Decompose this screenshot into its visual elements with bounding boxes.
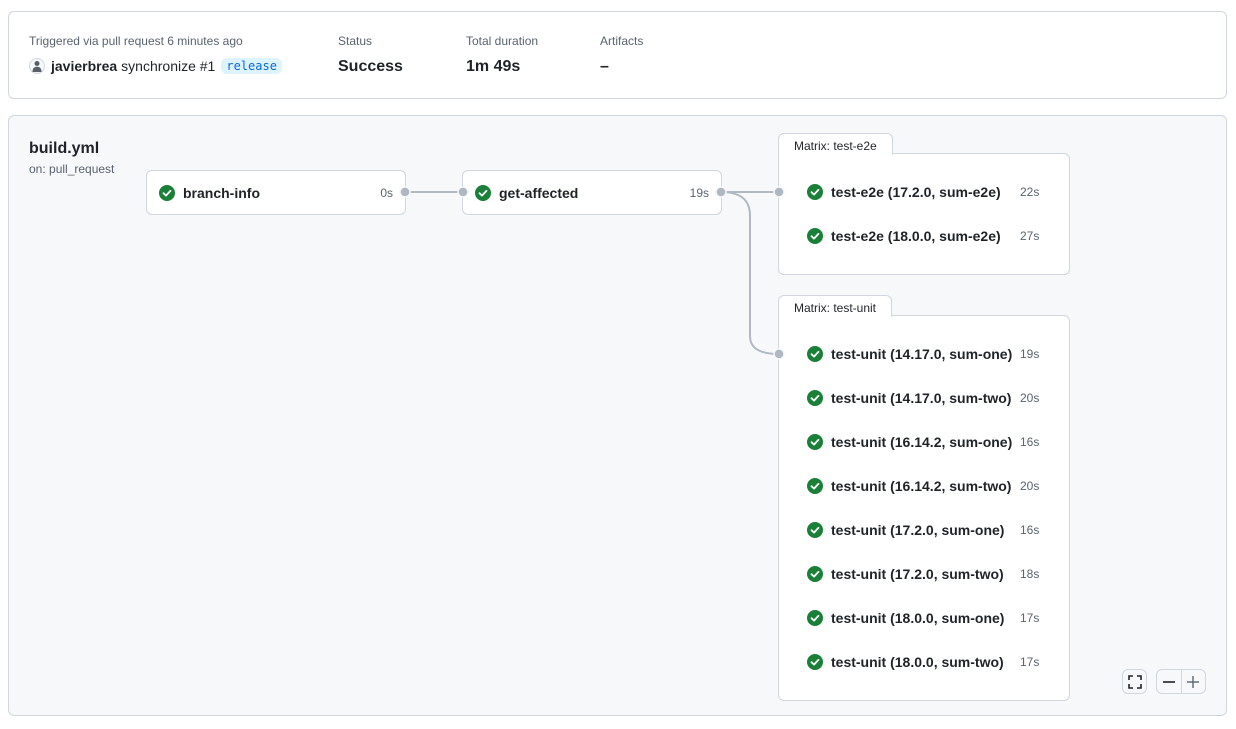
check-circle-icon: [807, 478, 823, 494]
job-name: test-unit (18.0.0, sum-two): [831, 654, 1004, 670]
check-circle-icon: [807, 390, 823, 406]
check-circle-icon: [475, 184, 491, 201]
job-duration: 0s: [380, 185, 393, 200]
matrix-job[interactable]: test-e2e (17.2.0, sum-e2e) 22s: [807, 182, 1039, 202]
matrix-e2e-label[interactable]: Matrix: test-e2e: [778, 133, 893, 155]
job-duration: 18s: [1020, 567, 1040, 581]
job-name: test-e2e (18.0.0, sum-e2e): [831, 228, 1001, 244]
job-duration: 22s: [1020, 185, 1040, 199]
workflow-trigger: on: pull_request: [29, 162, 115, 176]
zoom-out-icon: [1162, 680, 1175, 683]
job-duration: 16s: [1020, 523, 1040, 537]
matrix-job[interactable]: test-unit (18.0.0, sum-one) 17s: [807, 608, 1039, 628]
trigger-details: javierbrea synchronize #1 release: [29, 58, 282, 74]
job-duration: 19s: [1020, 347, 1040, 361]
artifacts-label: Artifacts: [600, 34, 644, 48]
job-name: branch-info: [183, 184, 260, 201]
check-circle-icon: [807, 610, 823, 626]
job-duration: 17s: [1020, 655, 1040, 669]
duration-label: Total duration: [466, 34, 539, 48]
person-icon: [32, 61, 42, 72]
job-name: test-unit (16.14.2, sum-two): [831, 478, 1012, 494]
job-duration: 27s: [1020, 229, 1040, 243]
job-duration: 20s: [1020, 479, 1040, 493]
job-name: test-unit (14.17.0, sum-two): [831, 390, 1012, 406]
check-circle-icon: [807, 522, 823, 538]
trigger-label: Triggered via pull request 6 minutes ago: [29, 34, 243, 48]
matrix-job[interactable]: test-unit (14.17.0, sum-two) 20s: [807, 388, 1039, 408]
check-circle-icon: [159, 184, 175, 201]
trigger-event[interactable]: synchronize #1: [121, 58, 215, 74]
fullscreen-button[interactable]: [1122, 669, 1147, 694]
job-name: test-unit (17.2.0, sum-one): [831, 522, 1005, 538]
check-circle-icon: [807, 654, 823, 670]
matrix-unit: test-unit (14.17.0, sum-one) 19s test-un…: [778, 315, 1070, 701]
matrix-job[interactable]: test-unit (14.17.0, sum-one) 19s: [807, 344, 1039, 364]
job-duration: 17s: [1020, 611, 1040, 625]
run-summary: Triggered via pull request 6 minutes ago…: [8, 11, 1227, 99]
check-circle-icon: [807, 346, 823, 362]
workflow-graph[interactable]: build.yml on: pull_request branch-info 0…: [8, 115, 1227, 716]
zoom-in-icon: [1187, 675, 1200, 688]
connector-line: [720, 191, 780, 355]
job-name: test-unit (18.0.0, sum-one): [831, 610, 1005, 626]
matrix-job[interactable]: test-unit (16.14.2, sum-two) 20s: [807, 476, 1039, 496]
job-get-affected[interactable]: get-affected 19s: [462, 170, 722, 215]
job-duration: 19s: [689, 185, 709, 200]
matrix-job[interactable]: test-e2e (18.0.0, sum-e2e) 27s: [807, 226, 1039, 246]
matrix-job[interactable]: test-unit (17.2.0, sum-two) 18s: [807, 564, 1039, 584]
job-name: test-e2e (17.2.0, sum-e2e): [831, 184, 1001, 200]
check-circle-icon: [807, 566, 823, 582]
check-circle-icon: [807, 434, 823, 450]
fullscreen-icon: [1127, 674, 1142, 689]
job-duration: 16s: [1020, 435, 1040, 449]
job-name: get-affected: [499, 184, 579, 201]
matrix-job[interactable]: test-unit (16.14.2, sum-one) 16s: [807, 432, 1039, 452]
job-name: test-unit (17.2.0, sum-two): [831, 566, 1004, 582]
zoom-controls: [1156, 669, 1206, 694]
branch-label[interactable]: release: [221, 58, 282, 74]
workflow-name: build.yml: [29, 140, 100, 157]
status-value: Success: [338, 58, 403, 75]
matrix-e2e: test-e2e (17.2.0, sum-e2e) 22s test-e2e …: [778, 153, 1070, 275]
avatar[interactable]: [29, 58, 45, 74]
job-name: test-unit (16.14.2, sum-one): [831, 434, 1013, 450]
zoom-out-button[interactable]: [1157, 670, 1181, 693]
check-circle-icon: [807, 228, 823, 244]
artifacts-value: –: [600, 58, 609, 75]
check-circle-icon: [807, 184, 823, 200]
matrix-job[interactable]: test-unit (17.2.0, sum-one) 16s: [807, 520, 1039, 540]
job-branch-info[interactable]: branch-info 0s: [146, 170, 406, 215]
job-name: test-unit (14.17.0, sum-one): [831, 346, 1013, 362]
status-label: Status: [338, 34, 373, 48]
matrix-job[interactable]: test-unit (18.0.0, sum-two) 17s: [807, 652, 1039, 672]
actor-name[interactable]: javierbrea: [51, 58, 117, 74]
job-duration: 20s: [1020, 391, 1040, 405]
duration-value: 1m 49s: [466, 58, 521, 75]
zoom-in-button[interactable]: [1182, 670, 1206, 693]
matrix-unit-label[interactable]: Matrix: test-unit: [778, 295, 893, 317]
